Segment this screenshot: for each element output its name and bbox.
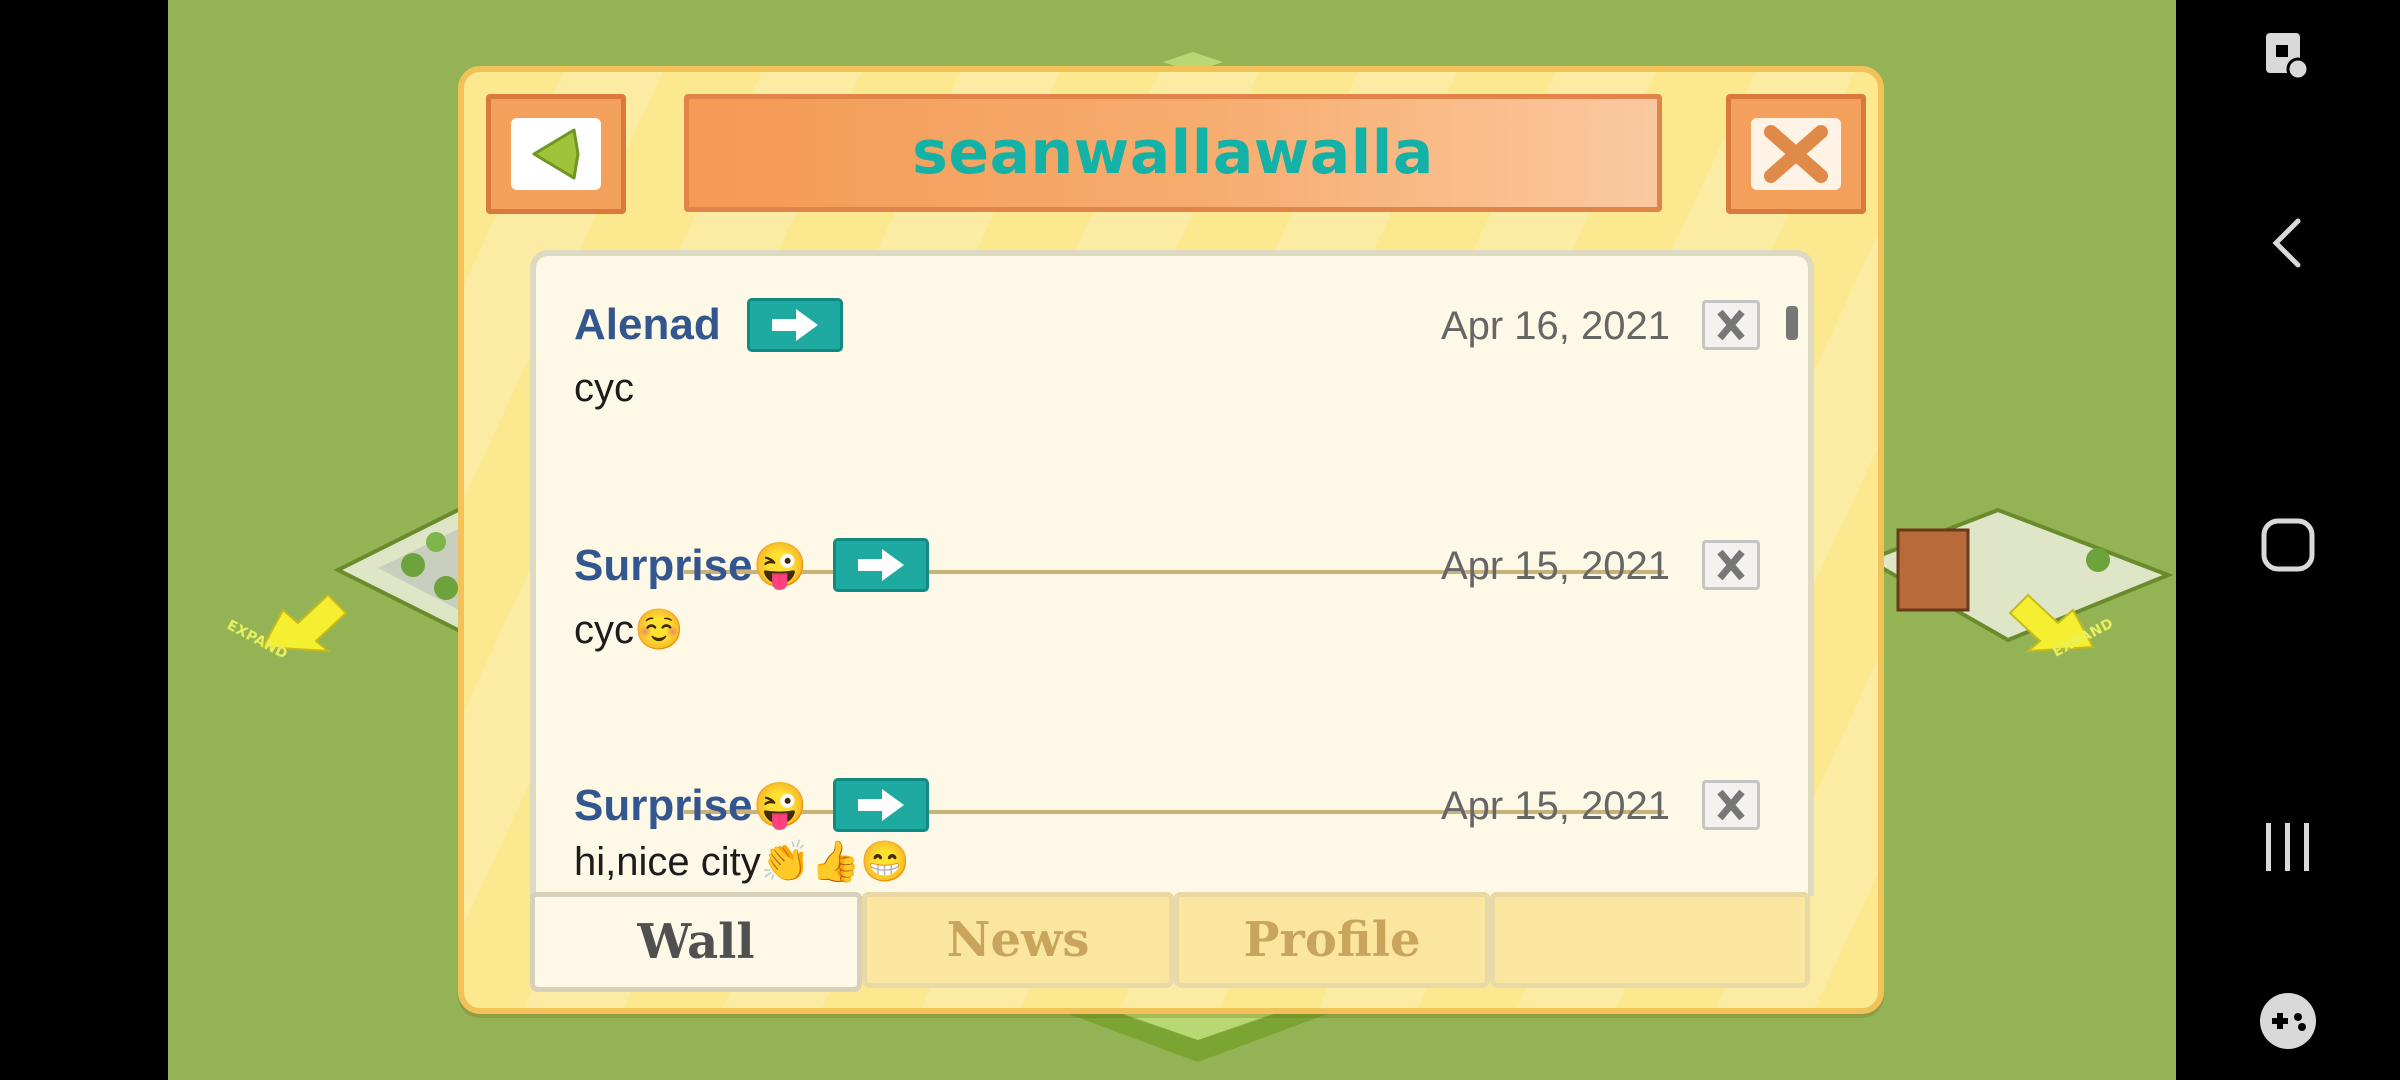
arrow-right-icon: [858, 549, 905, 581]
home-icon: [2261, 518, 2315, 572]
delete-post-button[interactable]: [1702, 780, 1760, 830]
delete-x-icon: [1717, 309, 1745, 341]
back-arrow-icon: [511, 118, 601, 190]
wall-post: Surprise😜 Apr 15, 2021 cyc☺️: [536, 496, 1796, 736]
post-message: hi,nice city👏👍😁: [574, 840, 911, 884]
visit-city-button[interactable]: [833, 538, 930, 592]
delete-x-icon: [1717, 549, 1745, 581]
home-nav-button[interactable]: [2176, 510, 2400, 580]
recent-apps-icon: [2266, 823, 2309, 871]
visit-city-button[interactable]: [833, 778, 930, 832]
title-bar: seanwallawalla: [684, 94, 1662, 212]
post-date: Apr 16, 2021: [1440, 304, 1670, 348]
wall-feed[interactable]: Alenad Apr 16, 2021 cyc Surprise😜 Apr 15…: [530, 250, 1814, 896]
tab-bar: Wall News Profile: [530, 892, 1814, 992]
wall-post: Alenad Apr 16, 2021 cyc: [536, 256, 1796, 496]
profile-dialog: seanwallawalla Alenad Apr 16, 2021 cyc S…: [458, 66, 1884, 1014]
tab-wall[interactable]: Wall: [530, 892, 862, 992]
arrow-right-icon: [771, 309, 818, 341]
system-nav-bar: [2176, 0, 2400, 1080]
dialog-title: seanwallawalla: [912, 118, 1434, 188]
screen-lock-button[interactable]: [2176, 22, 2400, 92]
delete-x-icon: [1717, 789, 1745, 821]
game-controller-icon: [2260, 993, 2316, 1049]
delete-post-button[interactable]: [1702, 540, 1760, 590]
back-nav-button[interactable]: [2176, 208, 2400, 278]
tab-news[interactable]: News: [862, 892, 1174, 988]
recent-apps-button[interactable]: [2176, 812, 2400, 882]
screen-lock-icon: [2266, 33, 2310, 81]
delete-post-button[interactable]: [1702, 300, 1760, 350]
arrow-right-icon: [858, 789, 905, 821]
visit-city-button[interactable]: [746, 298, 843, 352]
post-author[interactable]: Surprise😜: [574, 539, 807, 591]
post-date: Apr 15, 2021: [1440, 784, 1670, 828]
post-message: cyc☺️: [574, 608, 684, 652]
close-x-icon: [1751, 118, 1841, 190]
post-message: cyc: [574, 366, 634, 410]
back-icon: [2272, 218, 2301, 268]
post-author[interactable]: Surprise😜: [574, 779, 807, 831]
tab-profile[interactable]: Profile: [1174, 892, 1490, 988]
game-tools-button[interactable]: [2176, 986, 2400, 1056]
post-author[interactable]: Alenad: [574, 300, 721, 350]
post-date: Apr 15, 2021: [1440, 544, 1670, 588]
back-button[interactable]: [486, 94, 626, 214]
wall-post: Surprise😜 Apr 15, 2021 hi,nice city👏👍😁: [536, 736, 1796, 896]
close-button[interactable]: [1726, 94, 1866, 214]
tab-empty[interactable]: [1490, 892, 1810, 988]
